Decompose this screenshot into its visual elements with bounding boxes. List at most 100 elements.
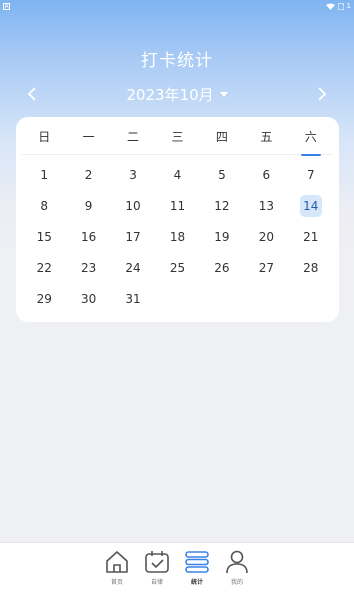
day-number: 27: [258, 260, 274, 275]
day-number: 15: [36, 229, 52, 244]
day-number: 16: [80, 229, 97, 244]
tab-label: 统计: [190, 579, 203, 586]
day-cell[interactable]: 19: [200, 221, 244, 252]
prev-month-button[interactable]: [20, 82, 44, 106]
day-number: 24: [125, 260, 141, 275]
tab-home[interactable]: 首页: [101, 549, 133, 594]
day-number: 7: [306, 167, 315, 182]
day-number: 5: [218, 167, 226, 182]
day-cell[interactable]: 12: [200, 190, 244, 221]
weekday-label: 日: [38, 130, 51, 144]
wifi-icon: [325, 3, 335, 10]
day-grid: 1 2 3 4 5 6 7 8 9 10 11 12 13 14 15 16 17 18 19 20 21 22 23 24 2…: [22, 159, 333, 314]
home-icon: [104, 549, 130, 575]
day-cell[interactable]: 30: [66, 283, 110, 314]
tab-statistics[interactable]: 统计: [181, 549, 213, 594]
weekday-label: 三: [171, 130, 184, 144]
day-cell[interactable]: 27: [244, 252, 288, 283]
user-icon: [224, 549, 250, 575]
calendar-check-icon: [144, 549, 170, 575]
day-cell[interactable]: 25: [155, 252, 199, 283]
day-cell[interactable]: 22: [22, 252, 66, 283]
day-number: 14: [299, 194, 322, 217]
day-number: 6: [262, 167, 271, 182]
day-cell[interactable]: 7: [289, 159, 333, 190]
battery-text: 1: [346, 2, 351, 10]
day-number: 29: [36, 291, 52, 306]
day-number: 2: [84, 167, 93, 182]
day-cell[interactable]: 31: [111, 283, 155, 314]
day-cell[interactable]: 4: [155, 159, 199, 190]
weekday-header: 日一二三四五六: [22, 127, 333, 155]
day-number: 19: [214, 229, 230, 244]
weekday-label: 六: [289, 127, 333, 154]
day-cell-today[interactable]: 14: [289, 190, 333, 221]
day-cell[interactable]: 20: [244, 221, 288, 252]
day-cell[interactable]: 1: [22, 159, 66, 190]
tab-mine[interactable]: 我的: [221, 549, 253, 594]
tab-discipline[interactable]: 自律: [141, 549, 173, 594]
day-number: 25: [169, 260, 186, 275]
status-right: 1: [325, 2, 351, 10]
day-cell[interactable]: 10: [111, 190, 155, 221]
chevron-right-icon: [318, 87, 327, 101]
bottom-tab-bar: 首页 自律 统计 我的: [0, 542, 354, 594]
day-cell[interactable]: 24: [111, 252, 155, 283]
month-selector: 2023年10月: [0, 82, 354, 106]
day-cell[interactable]: 6: [244, 159, 288, 190]
day-number: 18: [169, 229, 186, 244]
day-cell[interactable]: 15: [22, 221, 66, 252]
day-number: 8: [40, 198, 49, 213]
day-number: 21: [303, 229, 319, 244]
caret-down-icon[interactable]: [219, 91, 228, 97]
day-cell[interactable]: 18: [155, 221, 199, 252]
day-number: 22: [36, 260, 52, 275]
weekday-label: 一: [82, 130, 95, 144]
day-number: 9: [84, 198, 93, 213]
chevron-left-icon: [27, 87, 36, 101]
day-cell[interactable]: 2: [66, 159, 110, 190]
day-cell[interactable]: 26: [200, 252, 244, 283]
weekday-label: 四: [215, 130, 228, 144]
tab-label: 首页: [110, 579, 123, 586]
day-number: 26: [214, 260, 230, 275]
day-number: 23: [80, 260, 97, 275]
day-number: 20: [258, 229, 274, 244]
day-cell[interactable]: 17: [111, 221, 155, 252]
day-cell[interactable]: 13: [244, 190, 288, 221]
weekday-label: 五: [260, 130, 273, 144]
weekday-label: 二: [127, 130, 140, 144]
calendar-card: 日一二三四五六 1 2 3 4 5 6 7 8 9 10 11 12 13 14 15 16 17 18 19 20 2…: [16, 117, 339, 322]
day-cell[interactable]: 28: [289, 252, 333, 283]
sim-icon: [337, 2, 344, 10]
notification-icon: A: [3, 2, 10, 10]
day-number: 11: [169, 198, 186, 213]
day-cell[interactable]: 21: [289, 221, 333, 252]
day-number: 17: [125, 229, 141, 244]
day-number: 30: [80, 291, 97, 306]
day-cell[interactable]: 8: [22, 190, 66, 221]
next-month-button[interactable]: [310, 82, 334, 106]
day-number: 31: [125, 291, 141, 306]
day-cell[interactable]: 11: [155, 190, 199, 221]
day-number: 1: [40, 167, 49, 182]
tab-label: 我的: [230, 579, 243, 586]
list-icon: [184, 549, 210, 575]
month-label[interactable]: 2023年10月: [126, 84, 213, 105]
app-screen: A 1 打卡统计 2023年10月 日一二三四五六 1 2 3 4 5 6 7 8 9 10 11 1…: [0, 0, 354, 594]
status-bar: A 1: [0, 0, 354, 12]
day-cell[interactable]: 29: [22, 283, 66, 314]
day-number: 28: [303, 260, 319, 275]
day-cell[interactable]: 16: [66, 221, 110, 252]
page-title: 打卡统计: [141, 51, 213, 71]
day-cell[interactable]: 23: [66, 252, 110, 283]
day-number: 3: [129, 167, 137, 182]
tab-label: 自律: [150, 579, 163, 586]
status-left: A: [3, 2, 10, 10]
day-cell[interactable]: 5: [200, 159, 244, 190]
day-number: 12: [214, 198, 230, 213]
day-number: 10: [125, 198, 141, 213]
day-cell[interactable]: 9: [66, 190, 110, 221]
day-cell[interactable]: 3: [111, 159, 155, 190]
day-number: 13: [258, 198, 274, 213]
